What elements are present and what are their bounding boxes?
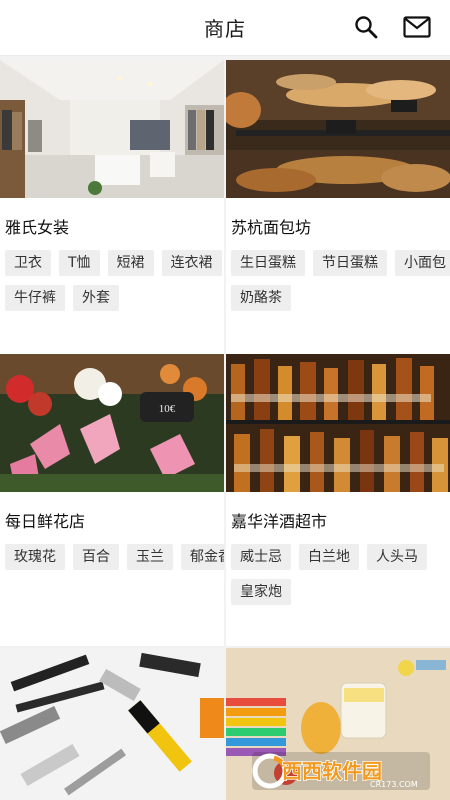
tag[interactable]: 玫瑰花 xyxy=(5,544,65,570)
watermark-logo: 西西软件园 CR173.COM xyxy=(252,752,430,790)
tag[interactable]: 奶酪茶 xyxy=(231,285,291,311)
watermark-brand: 西西软件园 xyxy=(282,759,382,783)
store-name: 雅氏女装 xyxy=(5,218,70,237)
tag-list: 生日蛋糕 节日蛋糕 小面包 奶酪茶 xyxy=(231,250,450,311)
top-bar: 商店 xyxy=(0,0,450,56)
tag[interactable]: 外套 xyxy=(73,285,119,311)
tag-list: 威士忌 白兰地 人头马 皇家炮 xyxy=(231,544,450,605)
tag-list: 卫衣 T恤 短裙 连衣裙 牛仔裤 外套 xyxy=(5,250,224,311)
tag[interactable]: T恤 xyxy=(59,250,100,276)
tag[interactable]: 白兰地 xyxy=(299,544,359,570)
store-photo xyxy=(226,354,450,492)
store-photo: 10€ xyxy=(0,354,224,492)
search-icon xyxy=(355,16,378,39)
tag[interactable]: 短裙 xyxy=(107,250,154,276)
tag[interactable]: 郁金香 xyxy=(181,544,224,570)
search-button[interactable] xyxy=(351,12,381,42)
store-card[interactable] xyxy=(0,648,224,800)
store-name: 嘉华洋酒超市 xyxy=(231,512,328,531)
tag[interactable]: 生日蛋糕 xyxy=(231,250,305,276)
svg-text:10€: 10€ xyxy=(159,403,176,415)
tag[interactable]: 连衣裙 xyxy=(161,250,222,276)
store-photo xyxy=(0,648,224,800)
tag-list: 玫瑰花 百合 玉兰 郁金香 xyxy=(5,544,224,570)
tag[interactable]: 威士忌 xyxy=(231,544,291,570)
mail-button[interactable] xyxy=(402,12,432,42)
tag[interactable]: 牛仔裤 xyxy=(5,285,65,311)
store-name: 每日鲜花店 xyxy=(5,512,86,531)
store-photo xyxy=(226,60,450,198)
store-card[interactable]: 嘉华洋酒超市 威士忌 白兰地 人头马 皇家炮 xyxy=(226,354,450,646)
tag[interactable]: 玉兰 xyxy=(127,544,173,570)
tag[interactable]: 百合 xyxy=(73,544,119,570)
tag[interactable]: 小面包 xyxy=(395,250,450,276)
tag[interactable]: 卫衣 xyxy=(5,250,51,276)
store-card[interactable]: 10€ 每日鲜花店 玫瑰花 百合 玉兰 郁金香 xyxy=(0,354,224,646)
tag[interactable]: 人头马 xyxy=(367,544,427,570)
watermark-url: CR173.COM xyxy=(370,780,418,789)
tag[interactable]: 节日蛋糕 xyxy=(313,250,387,276)
tag[interactable]: 皇家炮 xyxy=(231,579,291,605)
mail-icon xyxy=(403,16,431,38)
store-name: 苏杭面包坊 xyxy=(231,218,312,237)
store-photo xyxy=(0,60,224,198)
page-title: 商店 xyxy=(204,17,246,41)
